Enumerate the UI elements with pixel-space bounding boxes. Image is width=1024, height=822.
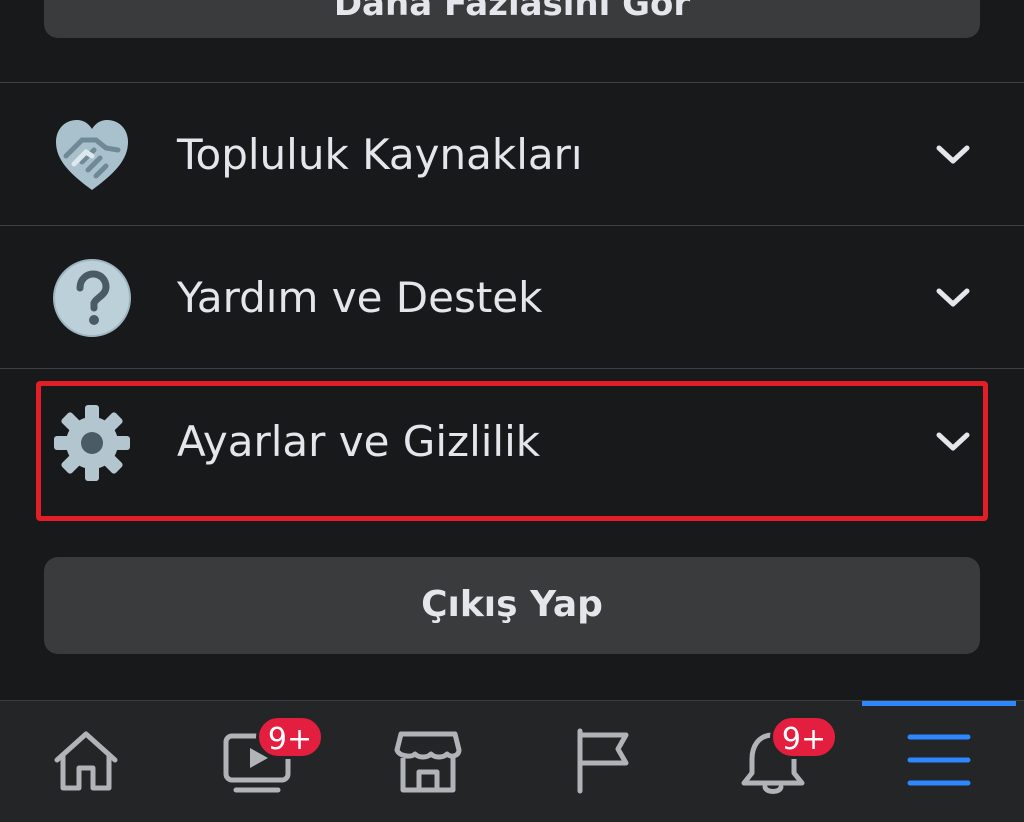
tab-watch[interactable]: 9+ [170,701,340,822]
menu-item-label: Ayarlar ve Gizlilik [177,417,541,466]
menu-item-label: Yardım ve Destek [177,273,543,322]
chevron-down-icon[interactable] [934,143,972,167]
divider [0,368,1024,369]
handshake-heart-icon [56,120,128,190]
question-circle-icon [53,259,131,337]
bottom-tab-bar: 9+ 9+ [0,700,1024,822]
tab-marketplace[interactable] [342,701,512,822]
tab-notifications[interactable]: 9+ [684,701,854,822]
gear-icon [54,405,130,481]
menu-item-label: Topluluk Kaynakları [177,130,583,179]
see-more-button[interactable]: Daha Fazlasını Gör [44,0,980,38]
hamburger-menu-icon [907,734,971,786]
notification-badge: 9+ [256,715,324,759]
chevron-down-icon[interactable] [934,430,972,454]
tab-menu[interactable] [854,701,1024,822]
home-icon [54,731,118,791]
notification-badge: 9+ [770,715,838,759]
menu-item-community-resources[interactable]: Topluluk Kaynakları [0,83,1024,225]
logout-button[interactable]: Çıkış Yap [44,557,980,654]
logout-label: Çıkış Yap [421,584,603,625]
tab-home[interactable] [0,701,170,822]
tab-pages[interactable] [512,701,682,822]
store-icon [394,731,462,793]
see-more-label: Daha Fazlasını Gör [333,0,691,24]
menu-item-settings-privacy[interactable]: Ayarlar ve Gizlilik [0,370,1024,512]
flag-icon [577,728,629,794]
chevron-down-icon[interactable] [934,286,972,310]
menu-item-help-support[interactable]: Yardım ve Destek [0,226,1024,368]
